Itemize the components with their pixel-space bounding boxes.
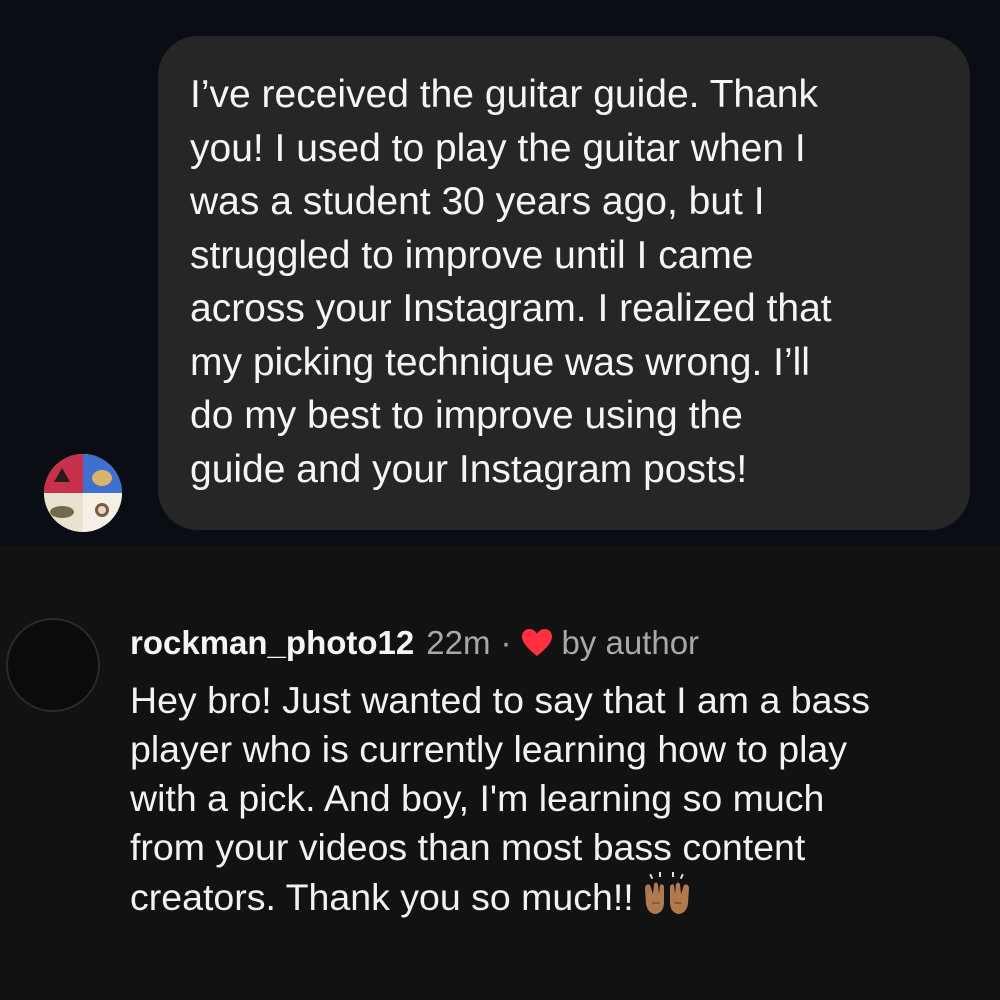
comment-header: rockman_photo12 22m · by author (130, 620, 699, 666)
avatar-collage-icon (44, 454, 122, 532)
direct-message-thread: I’ve received the guitar guide. Thank yo… (0, 0, 1000, 545)
sender-avatar[interactable] (44, 454, 122, 532)
raising-hands-emoji (644, 872, 689, 914)
screenshot: I’ve received the guitar guide. Thank yo… (0, 0, 1000, 1000)
comment-body: Hey bro! Just wanted to say that I am a … (130, 676, 990, 922)
commenter-avatar[interactable] (6, 618, 100, 712)
comment-text: Hey bro! Just wanted to say that I am a … (130, 679, 870, 918)
liked-by-author-label: by author (561, 624, 700, 661)
comment-timestamp: 22m (426, 624, 491, 661)
message-bubble[interactable]: I’ve received the guitar guide. Thank yo… (158, 36, 970, 530)
message-text: I’ve received the guitar guide. Thank yo… (190, 73, 832, 491)
commenter-username[interactable]: rockman_photo12 (130, 624, 414, 662)
heart-icon (522, 629, 553, 656)
meta-separator: · (500, 624, 512, 661)
